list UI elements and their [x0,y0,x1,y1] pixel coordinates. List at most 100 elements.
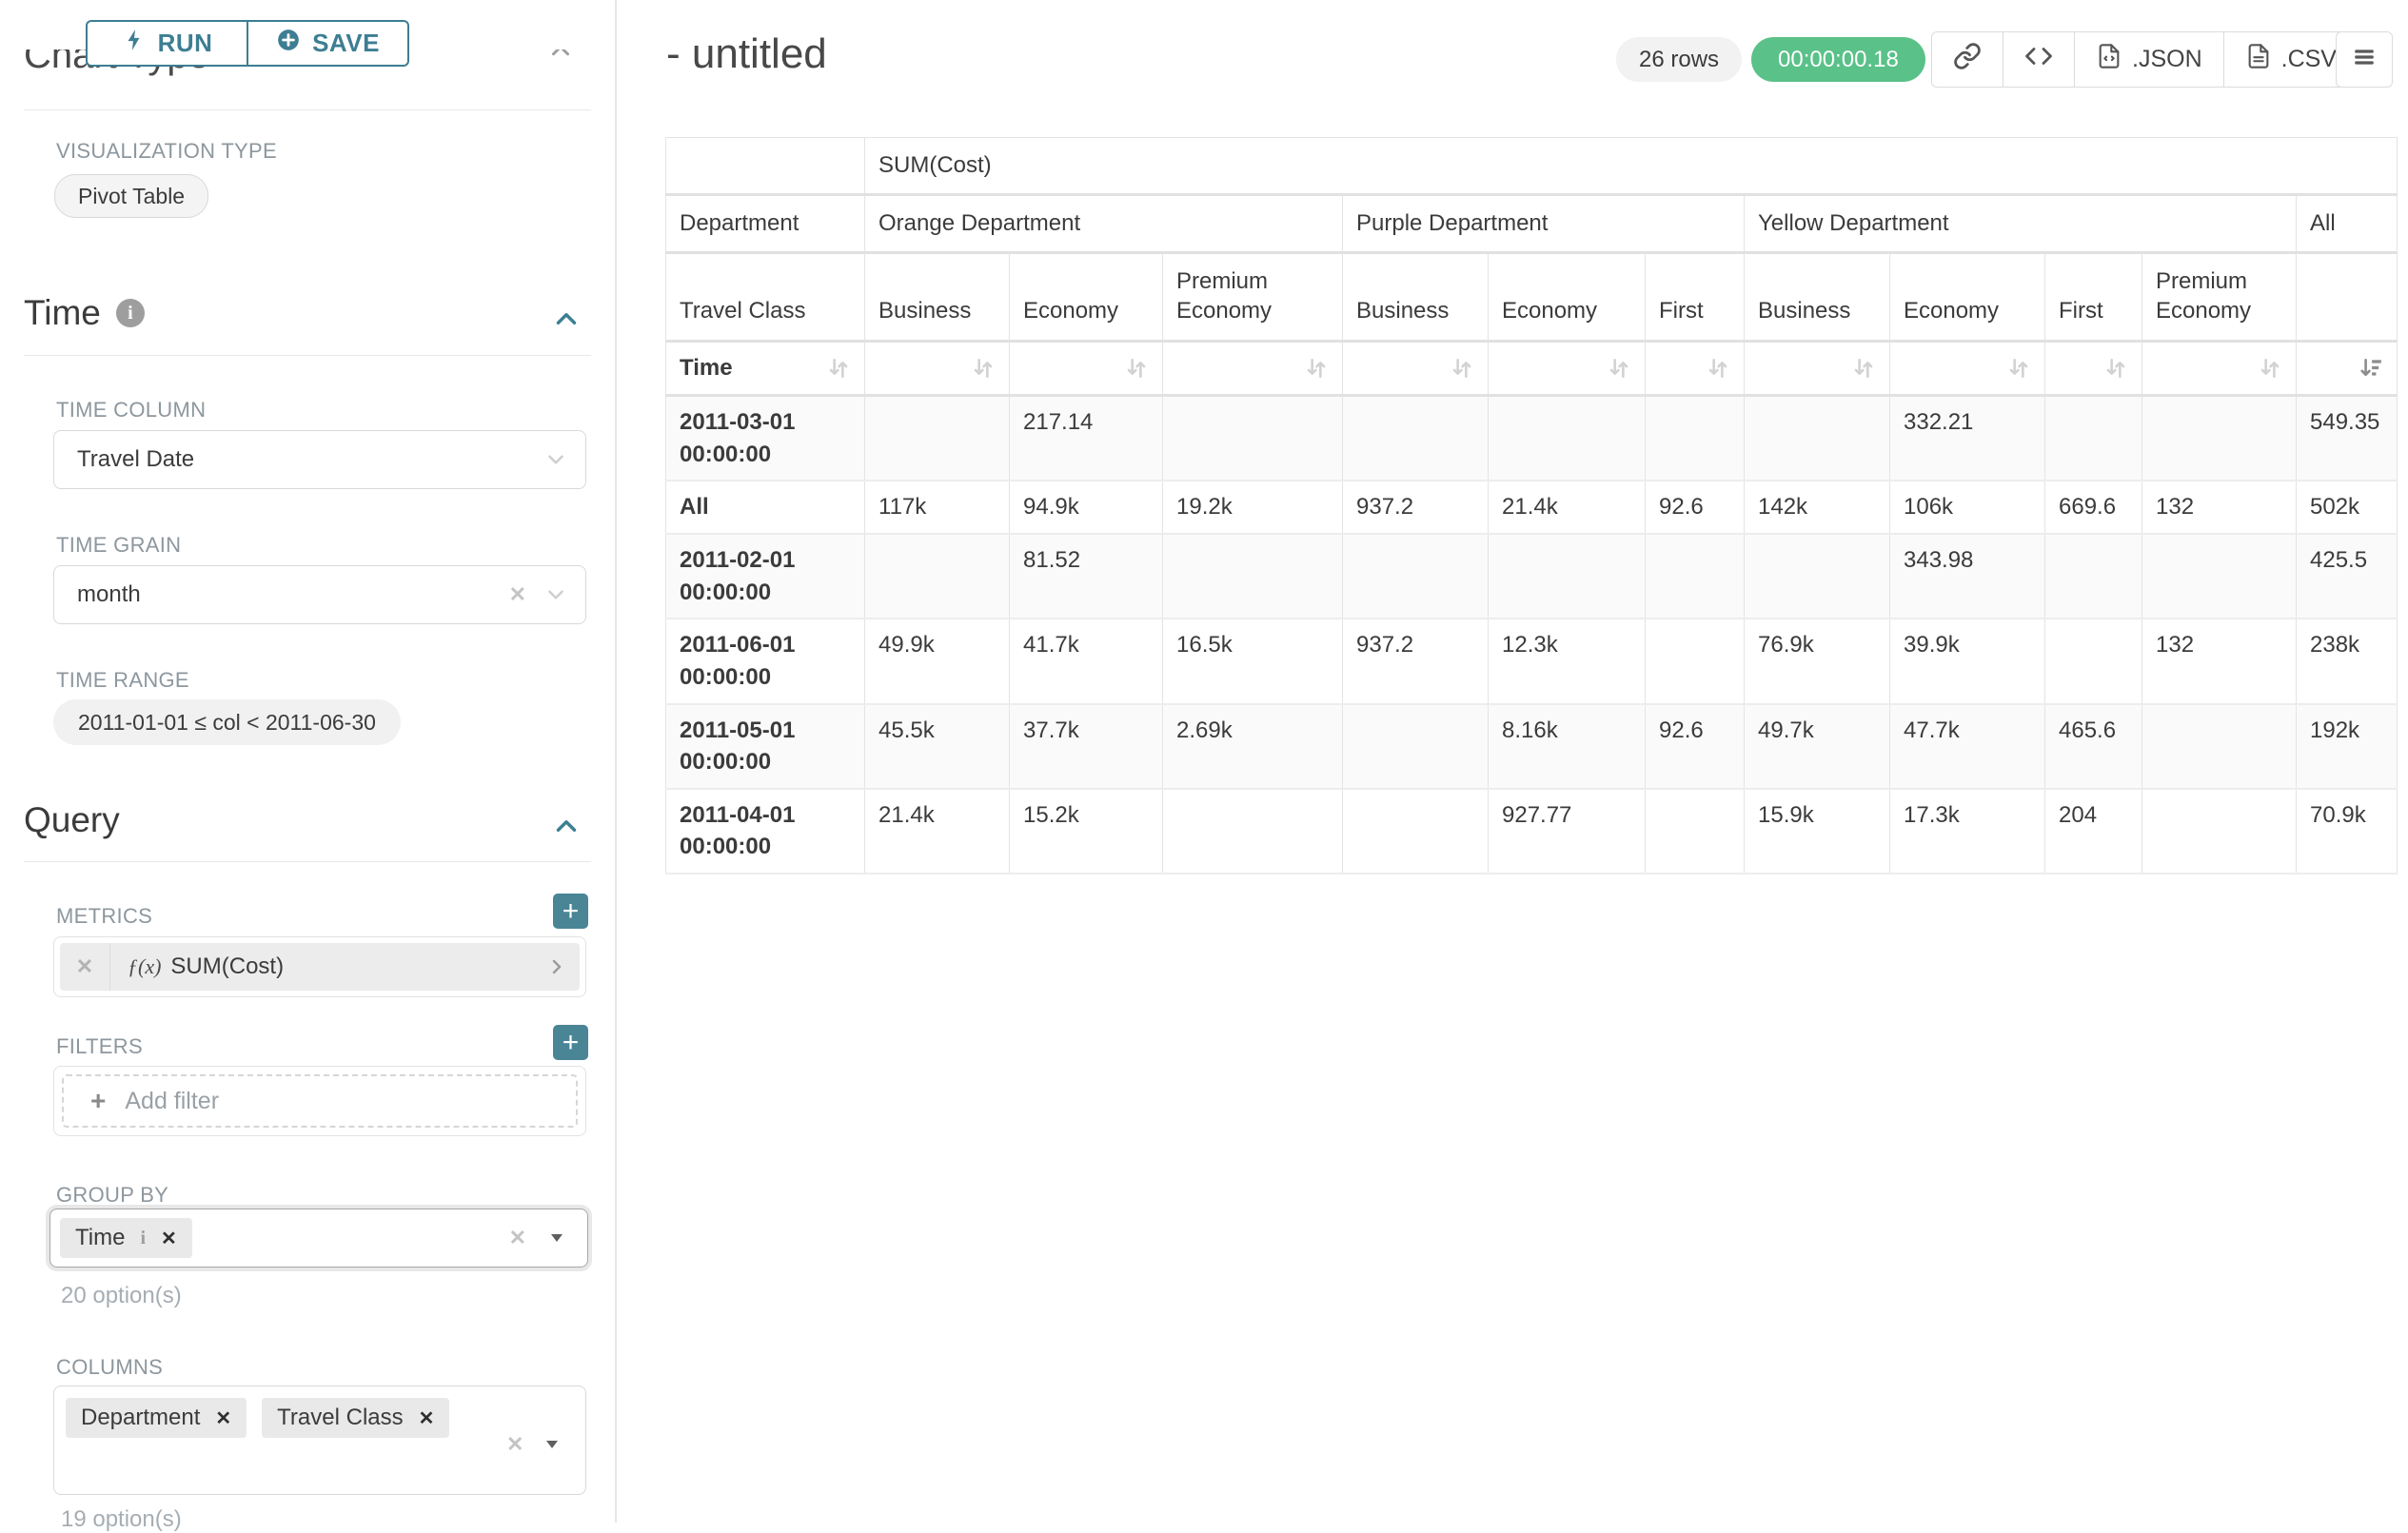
pivot-cell [1489,534,1646,619]
pivot-cell: 142k [1745,481,1890,534]
sort-button[interactable] [2359,356,2383,381]
filters-field: + Add filter [53,1066,586,1136]
pivot-cell: 21.4k [865,789,1010,874]
lightning-icon [122,28,147,59]
pivot-row-label: 2011-06-01 00:00:00 [666,619,865,703]
pivot-cell [1163,789,1343,874]
sort-button[interactable] [826,356,851,381]
json-file-icon [2096,43,2122,76]
clear-icon[interactable]: ✕ [509,582,526,607]
pivot-cell: 70.9k [2297,789,2398,874]
pivot-cell [2045,534,2142,619]
code-icon [2024,42,2053,77]
sort-button[interactable] [1706,356,1730,381]
pivot-sort-cell [1010,342,1163,396]
pivot-data-row: 2011-04-01 00:00:0021.4k15.2k927.7715.9k… [666,789,2398,874]
pivot-cell: 21.4k [1489,481,1646,534]
pivot-table: SUM(Cost)DepartmentOrange DepartmentPurp… [665,137,2398,875]
sort-icon [1450,356,1474,381]
add-metric-button[interactable]: + [553,894,588,929]
link-icon [1953,42,1982,77]
sort-button[interactable] [2258,356,2282,381]
pivot-cell [1745,534,1890,619]
pivot-cell [1343,396,1489,482]
pivot-row-label: 2011-05-01 00:00:00 [666,704,865,789]
sort-button[interactable] [971,356,996,381]
save-button[interactable]: SAVE [247,22,407,65]
info-icon: i [140,1228,146,1249]
hamburger-icon [2352,45,2377,74]
sort-button[interactable] [1450,356,1474,381]
pivot-group-header: Yellow Department [1745,195,2297,253]
remove-chip-icon[interactable]: ✕ [161,1227,177,1250]
pivot-sort-cell [1343,342,1489,396]
more-options-button[interactable] [2336,31,2393,88]
time-range-label: TIME RANGE [56,668,189,693]
clear-icon[interactable]: ✕ [506,1432,523,1457]
pivot-sort-cell [1646,342,1745,396]
pivot-cell: 15.2k [1010,789,1163,874]
metrics-label: METRICS [56,904,152,929]
sort-desc-icon [2359,356,2383,381]
caret-down-icon[interactable] [543,1435,562,1459]
group-by-select[interactable]: Time i ✕ ✕ [49,1209,588,1268]
columns-chip[interactable]: Department ✕ [66,1398,247,1438]
pivot-sort-cell [2045,342,2142,396]
pivot-cell: 47.7k [1890,704,2045,789]
chart-title[interactable]: - untitled [666,30,827,78]
pivot-group-header: Purple Department [1343,195,1745,253]
sort-button[interactable] [1851,356,1876,381]
time-range-value[interactable]: 2011-01-01 ≤ col < 2011-06-30 [53,699,401,745]
clear-icon[interactable]: ✕ [509,1226,526,1250]
sort-icon [1304,356,1329,381]
pivot-cell [2142,534,2297,619]
pivot-time-header: Time [666,342,865,396]
pivot-cell: 217.14 [1010,396,1163,482]
remove-chip-icon[interactable]: ✕ [215,1406,231,1430]
sort-icon [2103,356,2128,381]
add-filter-button[interactable]: + Add filter [62,1074,578,1128]
sort-button[interactable] [2006,356,2031,381]
caret-down-icon[interactable] [547,1228,566,1248]
remove-chip-icon[interactable]: ✕ [419,1406,435,1430]
add-filter-plus-button[interactable]: + [553,1025,588,1060]
sort-icon [971,356,996,381]
info-icon[interactable]: i [116,299,145,327]
pivot-cell [2045,619,2142,703]
metric-chip[interactable]: ✕ ƒ(x) SUM(Cost) [60,943,580,991]
group-by-chip[interactable]: Time i ✕ [60,1218,192,1258]
sort-icon [2006,356,2031,381]
view-query-button[interactable] [2003,32,2074,87]
pivot-cell: 92.6 [1646,704,1745,789]
pivot-cell: 332.21 [1890,396,2045,482]
chevron-right-icon[interactable] [545,955,568,978]
function-icon: ƒ(x) [128,954,161,979]
divider [24,861,591,862]
columns-options-hint: 19 option(s) [61,1506,182,1533]
collapse-query-icon[interactable] [550,810,582,847]
export-json-button[interactable]: .JSON [2074,32,2223,87]
pivot-row-label: 2011-04-01 00:00:00 [666,789,865,874]
columns-chip[interactable]: Travel Class ✕ [262,1398,449,1438]
sort-button[interactable] [2103,356,2128,381]
pivot-data-row: All117k94.9k19.2k937.221.4k92.6142k106k6… [666,481,2398,534]
sort-button[interactable] [1124,356,1149,381]
share-link-button[interactable] [1932,32,2003,87]
pivot-cell: 17.3k [1890,789,2045,874]
time-column-select[interactable]: Travel Date [53,430,586,489]
pivot-cell [1646,789,1745,874]
pivot-cell: 343.98 [1890,534,2045,619]
collapse-time-icon[interactable] [550,303,582,340]
pivot-cell: 94.9k [1010,481,1163,534]
remove-metric-icon[interactable]: ✕ [60,943,110,991]
pivot-cell: 238k [2297,619,2398,703]
sort-button[interactable] [1607,356,1631,381]
pivot-cell: 669.6 [2045,481,2142,534]
time-grain-select[interactable]: month ✕ [53,565,586,624]
pivot-cell [1163,396,1343,482]
run-button[interactable]: RUN [88,22,247,65]
group-by-label: GROUP BY [56,1183,168,1208]
pivot-data-row: 2011-05-01 00:00:0045.5k37.7k2.69k8.16k9… [666,704,2398,789]
sort-button[interactable] [1304,356,1329,381]
visualization-type-value[interactable]: Pivot Table [54,174,208,218]
